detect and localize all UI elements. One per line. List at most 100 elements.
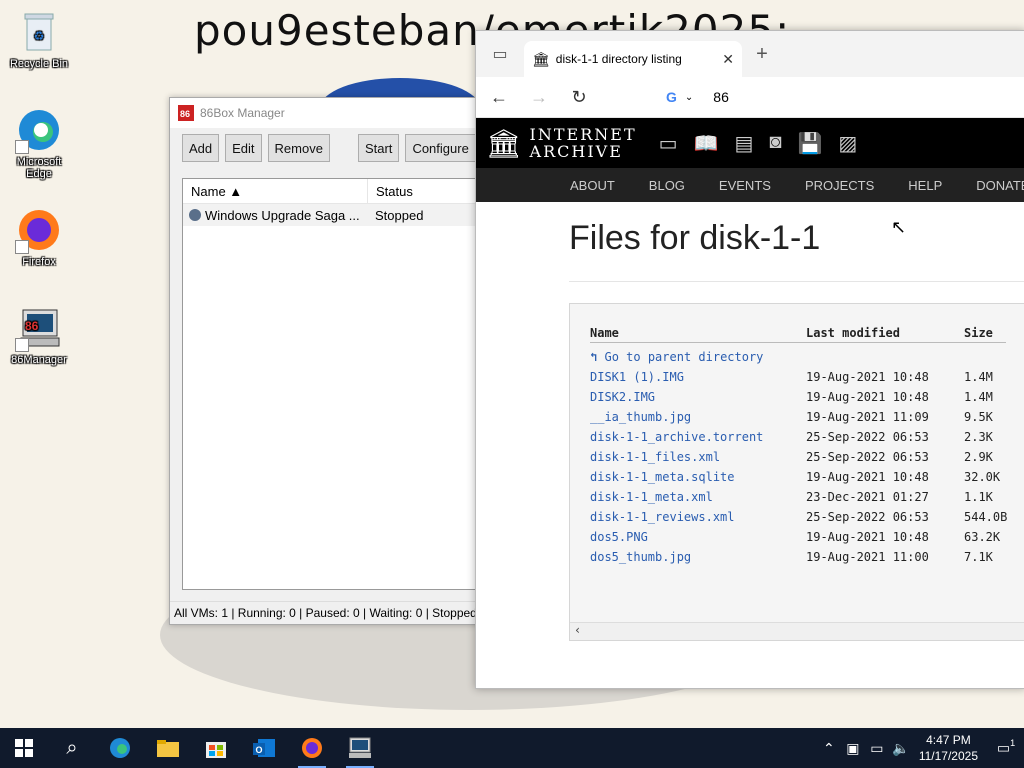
parent-directory-row[interactable]: ↰ Go to parent directory — [590, 348, 763, 366]
chevron-up-icon[interactable]: ⌃ — [817, 740, 841, 757]
vm-row[interactable]: Windows Upgrade Saga ... Stopped — [183, 204, 501, 226]
ia-logo-line2: ARCHIVE — [529, 142, 623, 161]
nav-about[interactable]: ABOUT — [570, 178, 615, 193]
nav-donate-label: DONATE — [976, 177, 1024, 193]
file-link[interactable]: __ia_thumb.jpg — [590, 410, 806, 424]
video-icon[interactable]: ▤ — [734, 131, 753, 156]
browser-window: ▭ 🏛 disk-1-1 directory listing ✕ + ← → ↻… — [475, 30, 1024, 689]
store-icon — [206, 742, 226, 758]
column-header-name[interactable]: Name ▲ — [183, 179, 368, 203]
notification-icon[interactable]: ▭1 — [988, 738, 1024, 757]
nav-blog[interactable]: BLOG — [649, 178, 685, 193]
file-size: 1.4M — [964, 390, 993, 404]
web-icon[interactable]: ▭ — [659, 131, 678, 156]
forward-icon[interactable]: → — [526, 87, 552, 108]
tab-directory-listing[interactable]: 🏛 disk-1-1 directory listing ✕ — [524, 41, 742, 77]
new-tab-icon[interactable]: + — [742, 43, 782, 66]
taskbar-edge[interactable] — [96, 728, 144, 768]
volume-muted-icon[interactable]: 🔈 — [889, 740, 913, 757]
divider — [590, 342, 1006, 343]
nav-donate[interactable]: DONATE♥ — [976, 178, 1024, 193]
refresh-icon[interactable]: ↻ — [566, 87, 592, 108]
chevron-down-icon[interactable]: ⌄ — [685, 92, 693, 103]
vm-name: Windows Upgrade Saga ... — [205, 207, 360, 223]
file-size: 9.5K — [964, 410, 993, 424]
file-size: 2.9K — [964, 450, 993, 464]
desktop-icon-recycle-bin[interactable]: ♻ Recycle Bin — [4, 8, 74, 70]
search-icon[interactable]: ⌕ — [48, 728, 96, 768]
svg-text:86: 86 — [25, 319, 39, 333]
address-bar[interactable]: G ⌄ 86 — [666, 89, 729, 105]
nav-events[interactable]: EVENTS — [719, 178, 771, 193]
ia-logo[interactable]: 🏛 INTERNET ARCHIVE — [486, 126, 637, 160]
nav-projects[interactable]: PROJECTS — [805, 178, 874, 193]
header-size: Size — [964, 326, 993, 340]
horizontal-scrollbar[interactable]: ‹ — [570, 622, 1024, 640]
file-link[interactable]: disk-1-1_reviews.xml — [590, 510, 806, 524]
file-link[interactable]: DISK2.IMG — [590, 390, 806, 404]
shortcut-arrow-icon — [15, 240, 29, 254]
taskbar-outlook[interactable]: O — [240, 728, 288, 768]
86box-icon — [349, 737, 371, 758]
recycle-bin-icon: ♻ — [15, 8, 63, 56]
taskbar-store[interactable] — [192, 728, 240, 768]
file-modified: 19-Aug-2021 10:48 — [806, 370, 929, 384]
ia-logo-line1: INTERNET — [529, 125, 637, 144]
file-link[interactable]: disk-1-1_meta.xml — [590, 490, 806, 504]
firefox-icon — [15, 206, 63, 254]
file-size: 544.0B — [964, 510, 1008, 524]
firefox-icon — [302, 738, 322, 758]
file-size: 1.1K — [964, 490, 993, 504]
scroll-left-icon[interactable]: ‹ — [574, 623, 581, 637]
file-link[interactable]: disk-1-1_meta.sqlite — [590, 470, 806, 484]
desktop-icon-edge[interactable]: Microsoft Edge — [4, 106, 74, 180]
back-icon[interactable]: ← — [486, 87, 512, 108]
window-title: 86Box Manager — [200, 106, 285, 120]
file-link[interactable]: dos5_thumb.jpg — [590, 550, 806, 564]
edit-button[interactable]: Edit — [225, 134, 262, 162]
configure-button[interactable]: Configure — [405, 134, 476, 162]
file-link[interactable]: dos5.PNG — [590, 530, 806, 544]
ia-nav: ABOUT BLOG EVENTS PROJECTS HELP DONATE♥ — [476, 168, 1024, 202]
network-icon[interactable]: ▭ — [865, 740, 889, 757]
texts-icon[interactable]: 📖 — [694, 131, 719, 156]
start-button[interactable] — [0, 728, 48, 768]
page-title: Files for disk-1-1 — [569, 219, 821, 257]
audio-icon[interactable]: ◙ — [769, 131, 781, 156]
tab-actions-icon[interactable]: ▭ — [476, 31, 524, 77]
taskbar: ⌕ O ⌃ ▣ ▭ 🔈 4:47 PM 11/17/2025 ▭1 — [0, 728, 1024, 768]
images-icon[interactable]: ▨ — [838, 131, 857, 156]
taskbar-86box[interactable] — [336, 728, 384, 768]
window-titlebar[interactable]: 86 86Box Manager — [170, 98, 500, 128]
address-text[interactable]: 86 — [713, 89, 729, 105]
clock-date: 11/17/2025 — [918, 749, 978, 763]
file-link[interactable]: disk-1-1_files.xml — [590, 450, 806, 464]
file-link[interactable]: disk-1-1_archive.torrent — [590, 430, 806, 444]
software-icon[interactable]: 💾 — [797, 131, 822, 156]
remove-button[interactable]: Remove — [267, 134, 330, 162]
desktop-icon-86manager[interactable]: 86 86Manager — [4, 304, 74, 366]
desktop-icon-label: Recycle Bin — [9, 58, 69, 70]
taskbar-firefox[interactable] — [288, 728, 336, 768]
file-modified: 23-Dec-2021 01:27 — [806, 490, 929, 504]
desktop-icon-firefox[interactable]: Firefox — [4, 206, 74, 268]
86box-logo-icon: 86 — [178, 105, 194, 121]
divider — [569, 281, 1024, 282]
taskbar-file-explorer[interactable] — [144, 728, 192, 768]
vm-list: Name ▲ Status Windows Upgrade Saga ... S… — [182, 178, 502, 590]
file-modified: 25-Sep-2022 06:53 — [806, 510, 929, 524]
parent-directory-link[interactable]: Go to parent directory — [604, 350, 763, 364]
archive-favicon-icon: 🏛 — [532, 50, 550, 67]
edge-icon — [110, 738, 130, 758]
nav-help[interactable]: HELP — [908, 178, 942, 193]
add-button[interactable]: Add — [182, 134, 220, 162]
desktop-icon-label: Microsoft Edge — [16, 156, 62, 180]
file-link[interactable]: DISK1 (1).IMG — [590, 370, 806, 384]
close-tab-icon[interactable]: ✕ — [722, 51, 734, 68]
google-icon[interactable]: G — [666, 89, 677, 105]
clock[interactable]: 4:47 PM 11/17/2025 — [919, 732, 978, 764]
start-button[interactable]: Start — [357, 134, 400, 162]
device-icon[interactable]: ▣ — [841, 740, 865, 757]
notification-count: 1 — [1010, 738, 1016, 749]
list-header: Name ▲ Status — [183, 179, 501, 204]
